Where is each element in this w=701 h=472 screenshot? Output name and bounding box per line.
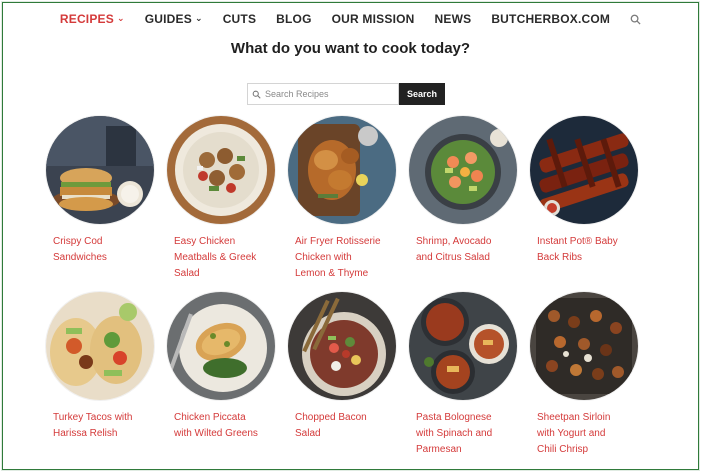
recipe-card[interactable]: Easy Chicken Meatballs & Greek Salad — [167, 116, 288, 292]
recipe-image-sheetpan-sirloin[interactable] — [530, 292, 638, 400]
nav-guides[interactable]: GUIDES ⌄ — [145, 12, 203, 26]
recipe-card[interactable]: Sheetpan Sirloin with Yogurt and Chili C… — [530, 292, 651, 462]
recipe-title[interactable]: Crispy Cod Sandwiches — [46, 234, 165, 266]
page-heading: What do you want to cook today? — [230, 40, 471, 57]
nav-cuts-label: CUTS — [222, 12, 257, 26]
recipe-image-cod-sandwich[interactable] — [46, 116, 154, 224]
recipe-image-pasta-bolognese[interactable] — [409, 292, 517, 400]
nav-blog[interactable]: BLOG — [276, 12, 311, 26]
search-input[interactable] — [265, 89, 380, 99]
recipe-card[interactable]: Turkey Tacos with Harissa Relish — [46, 292, 167, 462]
recipe-title[interactable]: Chopped Bacon Salad — [288, 410, 407, 442]
recipe-image-chicken-piccata[interactable] — [167, 292, 275, 400]
recipe-card[interactable]: Instant Pot® Baby Back Ribs — [530, 116, 651, 292]
recipe-image-chicken-meatballs[interactable] — [167, 116, 275, 224]
recipe-image-shrimp-salad[interactable] — [409, 116, 517, 224]
nav-recipes[interactable]: RECIPES ⌄ — [60, 12, 125, 26]
top-nav: RECIPES ⌄ GUIDES ⌄ CUTS BLOG OUR MISSION… — [0, 9, 701, 29]
search-icon — [630, 14, 641, 25]
recipe-title[interactable]: Air Fryer Rotisserie Chicken with Lemon … — [288, 234, 407, 282]
nav-guides-label: GUIDES — [144, 12, 192, 26]
recipe-search: Search — [247, 83, 445, 105]
nav-our-mission-label: OUR MISSION — [331, 12, 415, 26]
nav-blog-label: BLOG — [276, 12, 312, 26]
recipe-card[interactable]: Crispy Cod Sandwiches — [46, 116, 167, 292]
nav-butcherbox-label: BUTCHERBOX.COM — [491, 12, 611, 26]
nav-news[interactable]: NEWS — [435, 12, 472, 26]
recipe-title[interactable]: Pasta Bolognese with Spinach and Parmesa… — [409, 410, 528, 458]
recipe-title[interactable]: Shrimp, Avocado and Citrus Salad — [409, 234, 528, 266]
recipe-title[interactable]: Easy Chicken Meatballs & Greek Salad — [167, 234, 286, 282]
recipe-card[interactable]: Air Fryer Rotisserie Chicken with Lemon … — [288, 116, 409, 292]
nav-search-button[interactable] — [630, 14, 641, 25]
search-field[interactable] — [247, 83, 399, 105]
recipe-title[interactable]: Instant Pot® Baby Back Ribs — [530, 234, 649, 266]
nav-butcherbox[interactable]: BUTCHERBOX.COM — [491, 12, 610, 26]
recipe-card[interactable]: Shrimp, Avocado and Citrus Salad — [409, 116, 530, 292]
recipe-image-baby-back-ribs[interactable] — [530, 116, 638, 224]
search-button[interactable]: Search — [399, 83, 445, 105]
search-icon — [252, 90, 261, 99]
chevron-down-icon: ⌄ — [116, 12, 125, 23]
nav-our-mission[interactable]: OUR MISSION — [332, 12, 415, 26]
recipe-title[interactable]: Turkey Tacos with Harissa Relish — [46, 410, 165, 442]
recipe-title[interactable]: Sheetpan Sirloin with Yogurt and Chili C… — [530, 410, 649, 458]
chevron-down-icon: ⌄ — [194, 12, 203, 23]
recipe-card[interactable]: Chicken Piccata with Wilted Greens — [167, 292, 288, 462]
nav-recipes-label: RECIPES — [59, 12, 114, 26]
recipe-grid: Crispy Cod Sandwiches Easy Chicken Meatb… — [46, 116, 651, 462]
nav-news-label: NEWS — [434, 12, 472, 26]
recipe-image-bacon-salad[interactable] — [288, 292, 396, 400]
recipe-title[interactable]: Chicken Piccata with Wilted Greens — [167, 410, 286, 442]
recipe-card[interactable]: Pasta Bolognese with Spinach and Parmesa… — [409, 292, 530, 462]
recipe-image-rotisserie-chicken[interactable] — [288, 116, 396, 224]
nav-cuts[interactable]: CUTS — [223, 12, 256, 26]
recipe-image-turkey-tacos[interactable] — [46, 292, 154, 400]
recipe-card[interactable]: Chopped Bacon Salad — [288, 292, 409, 462]
